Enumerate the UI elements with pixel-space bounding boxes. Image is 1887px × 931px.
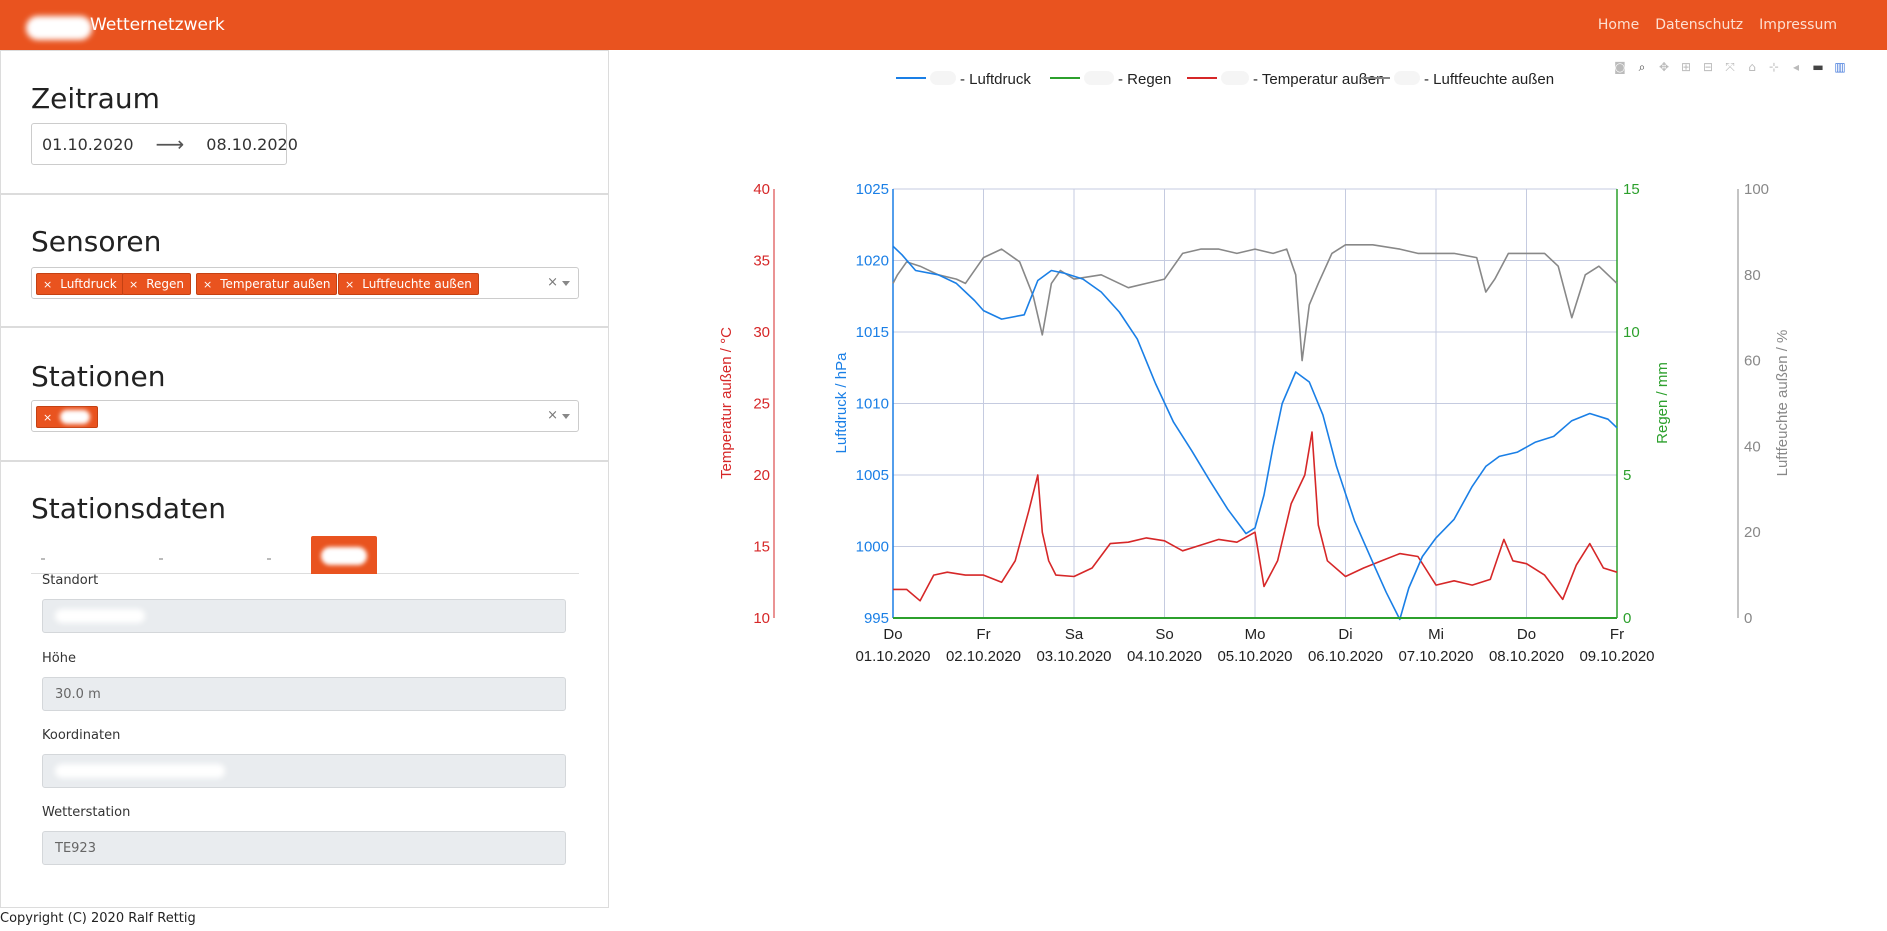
temperature-tick-label: 40 (753, 181, 770, 198)
rain-tick-label: 0 (1623, 610, 1631, 627)
humidity-tick-label: 80 (1744, 267, 1761, 284)
x-tick-day: Fr (1610, 626, 1624, 643)
temperature-tick-label: 15 (753, 539, 770, 556)
x-tick-date: 03.10.2020 (1036, 648, 1111, 665)
temperature-tick-label: 35 (753, 253, 770, 270)
x-tick-date: 05.10.2020 (1217, 648, 1292, 665)
pressure-axis-title: Luftdruck / hPa (833, 352, 850, 454)
x-tick-date: 04.10.2020 (1127, 648, 1202, 665)
x-tick-day: Di (1338, 626, 1352, 643)
x-tick-date: 07.10.2020 (1398, 648, 1473, 665)
rain-axis-title: Regen / mm (1654, 362, 1671, 444)
legend-label: - Regen (1118, 71, 1171, 88)
x-tick-day: Sa (1065, 626, 1084, 643)
x-tick-day: Fr (976, 626, 990, 643)
legend-label: - Luftfeuchte außen (1424, 71, 1554, 88)
x-tick-date: 02.10.2020 (946, 648, 1021, 665)
legend-label-redacted (1394, 71, 1420, 85)
legend-label-redacted (1084, 71, 1114, 85)
humidity-axis-title: Luftfeuchte außen / % (1774, 330, 1791, 477)
x-tick-day: Mi (1428, 626, 1444, 643)
pressure-tick-label: 1010 (856, 396, 889, 413)
x-tick-date: 01.10.2020 (855, 648, 930, 665)
legend-label-redacted (930, 71, 956, 85)
pressure-tick-label: 1000 (856, 539, 889, 556)
x-tick-date: 09.10.2020 (1579, 648, 1654, 665)
rain-tick-label: 15 (1623, 181, 1640, 198)
rain-tick-label: 10 (1623, 324, 1640, 341)
humidity-tick-label: 20 (1744, 524, 1761, 541)
temperature-tick-label: 10 (753, 610, 770, 627)
pressure-tick-label: 995 (864, 610, 889, 627)
rain-tick-label: 5 (1623, 467, 1631, 484)
x-tick-date: 08.10.2020 (1489, 648, 1564, 665)
x-tick-day: So (1155, 626, 1173, 643)
humidity-tick-label: 60 (1744, 353, 1761, 370)
legend-label: - Temperatur außen (1253, 71, 1384, 88)
humidity-tick-label: 0 (1744, 610, 1752, 627)
pressure-tick-label: 1020 (856, 253, 889, 270)
x-tick-day: Mo (1245, 626, 1266, 643)
weather-chart: 1015202530354099510001005101010151020102… (718, 71, 1791, 665)
temperature-tick-label: 20 (753, 467, 770, 484)
x-tick-day: Do (883, 626, 902, 643)
x-tick-date: 06.10.2020 (1308, 648, 1383, 665)
pressure-tick-label: 1015 (856, 324, 889, 341)
humidity-tick-label: 40 (1744, 438, 1761, 455)
x-tick-day: Do (1517, 626, 1536, 643)
pressure-tick-label: 1005 (856, 467, 889, 484)
temperature-tick-label: 25 (753, 396, 770, 413)
legend-label: - Luftdruck (960, 71, 1031, 88)
temperature-tick-label: 30 (753, 324, 770, 341)
pressure-tick-label: 1025 (856, 181, 889, 198)
humidity-tick-label: 100 (1744, 181, 1769, 198)
temperature-axis-title: Temperatur außen / °C (718, 327, 735, 479)
legend-label-redacted (1221, 71, 1249, 85)
